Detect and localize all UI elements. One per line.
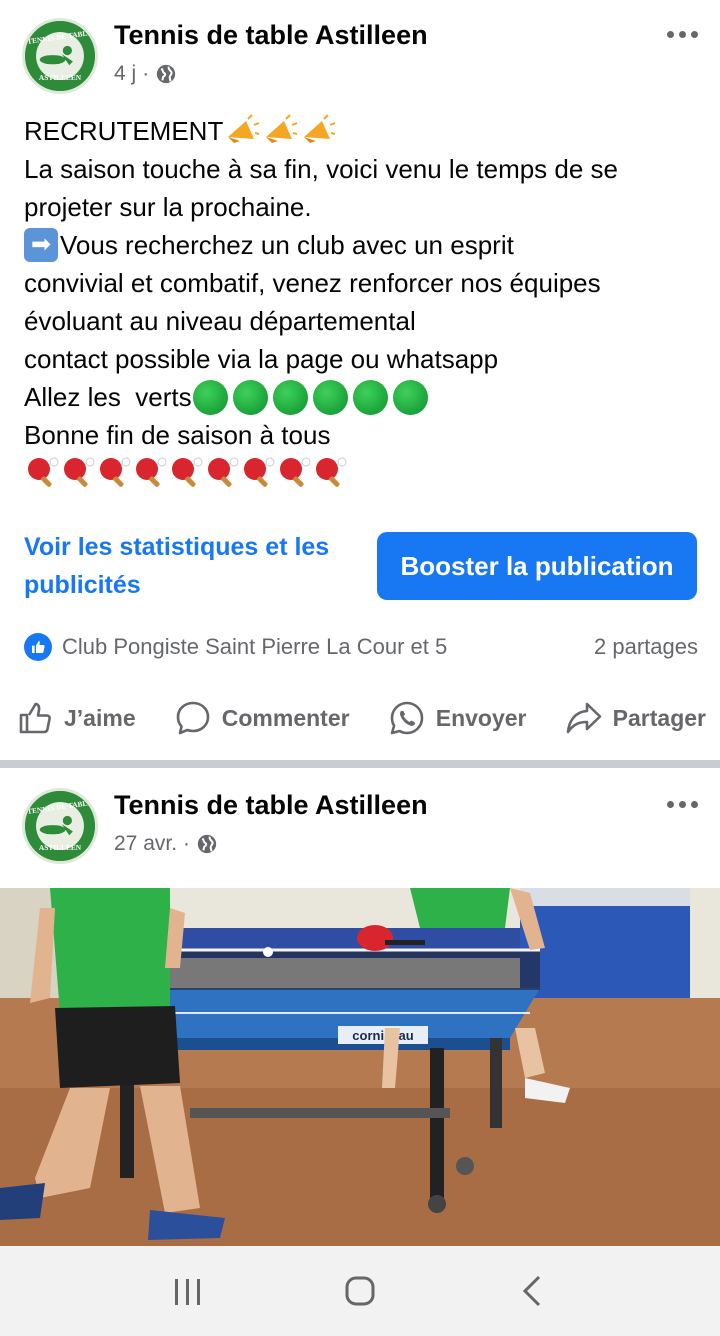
send-label: Envoyer <box>435 704 527 731</box>
green-circle-icon <box>352 379 388 415</box>
action-bar: J’aime Commenter Envoyer Partager <box>16 692 706 744</box>
ping-pong-icon <box>244 457 275 487</box>
share-button[interactable]: Partager <box>565 699 706 737</box>
ping-pong-icon <box>280 457 311 487</box>
meta-dot: · <box>142 62 150 85</box>
meta-dot: · <box>183 832 191 855</box>
megaphone-icon <box>228 114 260 143</box>
right-arrow-icon: ➡ <box>24 228 58 262</box>
post-time[interactable]: 4 j <box>114 62 136 86</box>
text-allez: Allez les verts <box>24 382 192 412</box>
more-icon[interactable] <box>662 794 702 814</box>
like-icon <box>19 702 51 734</box>
ping-pong-emojis <box>24 454 704 492</box>
globe-icon <box>196 833 218 855</box>
comment-label: Commenter <box>221 704 350 731</box>
post-meta: 27 avr. · <box>114 832 218 856</box>
text-line-8: Allez les verts <box>24 378 704 416</box>
comment-button[interactable]: Commenter <box>174 699 350 737</box>
megaphone-emojis <box>224 113 336 149</box>
ping-pong-icon <box>28 457 59 487</box>
send-button[interactable]: Envoyer <box>388 699 527 737</box>
page-avatar[interactable]: TENNIS DE TABLE ASTILLEEN <box>22 788 98 864</box>
megaphone-icon <box>266 114 298 143</box>
post-photo-image[interactable]: cornilleau <box>0 888 720 1246</box>
like-button[interactable]: J’aime <box>16 699 136 737</box>
more-icon[interactable] <box>662 24 702 44</box>
text-line-2: La saison touche à sa fin, voici venu le… <box>24 154 619 184</box>
ping-pong-icon <box>64 457 95 487</box>
like-reaction-icon[interactable] <box>24 633 52 661</box>
post-header: TENNIS DE TABLE ASTILLEEN Tennis de tabl… <box>22 18 702 98</box>
green-circle-icon <box>312 379 348 415</box>
text-line-4: ➡ Vous recherchez un club avec un esprit <box>24 226 704 264</box>
post-text: RECRUTEMENT La saison touche à sa fin, v… <box>24 112 704 492</box>
boost-button[interactable]: Booster la publication <box>377 532 697 600</box>
ping-pong-icon <box>172 457 203 487</box>
text-line-3: projeter sur la prochaine. <box>24 192 312 222</box>
back-button[interactable] <box>503 1261 563 1321</box>
text-recrutement: RECRUTEMENT <box>24 116 224 146</box>
ping-pong-icon <box>316 457 347 487</box>
like-label: J’aime <box>64 704 136 731</box>
post-time[interactable]: 27 avr. <box>114 832 177 856</box>
recent-apps-button[interactable] <box>157 1261 217 1321</box>
text-line-7: contact possible via la page ou whatsapp <box>24 344 499 374</box>
text-line-9: Bonne fin de saison à tous <box>24 420 331 450</box>
post-meta: 4 j · <box>114 62 177 86</box>
back-icon <box>523 1275 541 1307</box>
home-icon <box>345 1276 375 1306</box>
reactions-text[interactable]: Club Pongiste Saint Pierre La Cour et 5 <box>62 634 447 660</box>
megaphone-icon <box>304 114 336 143</box>
logo-text-bottom: ASTILLEEN <box>39 73 82 82</box>
reactions-bar: Club Pongiste Saint Pierre La Cour et 5 … <box>24 630 698 664</box>
text-recherchez: Vous recherchez un club avec un esprit <box>60 230 514 260</box>
post-header: TENNIS DE TABLE ASTILLEEN Tennis de tabl… <box>22 788 702 868</box>
shares-count[interactable]: 2 partages <box>594 634 698 660</box>
ping-pong-icon <box>100 457 131 487</box>
text-line-1: RECRUTEMENT <box>24 112 704 150</box>
page-name[interactable]: Tennis de table Astilleen <box>114 20 428 51</box>
logo-text-bottom: ASTILLEEN <box>39 843 82 852</box>
table-brand: cornilleau <box>352 1028 413 1043</box>
comment-icon <box>176 701 210 735</box>
green-circle-icon <box>192 379 228 415</box>
green-circle-icon <box>232 379 268 415</box>
home-button[interactable] <box>330 1261 390 1321</box>
green-circle-emojis <box>192 379 431 415</box>
green-circle-icon <box>392 379 428 415</box>
recent-apps-icon <box>174 1279 200 1305</box>
post-photo: TENNIS DE TABLE ASTILLEEN Tennis de tabl… <box>0 768 720 1246</box>
green-circle-icon <box>272 379 308 415</box>
ping-pong-icon <box>208 457 239 487</box>
system-nav-bar <box>0 1246 720 1336</box>
share-label: Partager <box>612 704 706 731</box>
page-name[interactable]: Tennis de table Astilleen <box>114 790 428 821</box>
feed-separator <box>0 760 720 768</box>
globe-icon <box>155 63 177 85</box>
page-avatar[interactable]: TENNIS DE TABLE ASTILLEEN <box>22 18 98 94</box>
ping-pong-icon <box>136 457 167 487</box>
stats-link[interactable]: Voir les statistiques et les publicités <box>24 528 364 604</box>
whatsapp-icon <box>390 701 424 735</box>
share-icon <box>566 702 601 734</box>
text-line-5: convivial et combatif, venez renforcer n… <box>24 268 601 298</box>
text-line-6: évoluant au niveau départemental <box>24 306 416 336</box>
post-recruitment: TENNIS DE TABLE ASTILLEEN Tennis de tabl… <box>0 0 720 760</box>
